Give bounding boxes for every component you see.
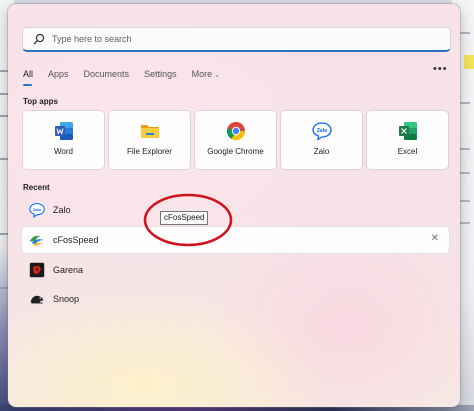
excel-icon — [398, 122, 417, 140]
recent-item-snoop[interactable]: Snoop — [22, 286, 449, 312]
active-tab-indicator — [23, 84, 32, 86]
chrome-icon — [226, 122, 245, 141]
recent-item-label: Garena — [53, 265, 84, 275]
tab-settings[interactable]: Settings — [144, 69, 177, 79]
app-tile-zalo[interactable]: Zalo Zalo — [281, 111, 362, 169]
app-label: Word — [54, 147, 73, 156]
cfosspeed-icon — [29, 235, 45, 247]
svg-text:Zalo: Zalo — [33, 207, 42, 212]
recent-item-label: Zalo — [53, 205, 71, 215]
tab-apps[interactable]: Apps — [48, 69, 69, 79]
chevron-down-icon: ⌄ — [214, 72, 220, 79]
app-label: Excel — [397, 147, 418, 156]
app-tile-word[interactable]: Word — [23, 111, 104, 169]
recent-heading: Recent — [23, 183, 50, 192]
tab-all-label: All — [23, 69, 34, 79]
tab-more-label: More — [191, 69, 213, 79]
app-tile-file-explorer[interactable]: File Explorer — [109, 111, 190, 169]
app-label: Google Chrome — [207, 147, 264, 156]
svg-text:Zalo: Zalo — [316, 128, 326, 134]
file-explorer-icon — [140, 125, 159, 138]
recent-item-zalo[interactable]: Zalo Zalo — [22, 197, 449, 223]
zalo-icon: Zalo — [29, 203, 45, 218]
zalo-icon: Zalo — [311, 122, 332, 141]
app-tile-google-chrome[interactable]: Google Chrome — [195, 111, 276, 169]
close-icon[interactable]: ✕ — [431, 234, 439, 244]
search-input[interactable] — [52, 34, 450, 44]
tab-documents[interactable]: Documents — [84, 69, 130, 79]
recent-item-label: cFosSpeed — [53, 235, 99, 245]
garena-icon — [29, 262, 45, 278]
filter-tabs: All Apps Documents Settings More ⌄ — [23, 65, 235, 86]
tab-more[interactable]: More ⌄ — [192, 69, 220, 79]
word-icon — [54, 122, 73, 140]
app-label: Zalo — [313, 147, 330, 156]
search-box[interactable] — [22, 27, 451, 52]
more-options-icon[interactable]: ••• — [433, 63, 448, 75]
recent-item-cfosspeed[interactable]: cFosSpeed ✕ — [22, 227, 449, 253]
top-apps-grid: Word File Explorer Google Chrome Zalo Za… — [23, 111, 448, 169]
top-apps-heading: Top apps — [23, 97, 58, 106]
app-label: File Explorer — [127, 147, 172, 156]
app-tile-excel[interactable]: Excel — [367, 111, 448, 169]
tab-all[interactable]: All — [23, 69, 34, 86]
snoop-icon — [30, 295, 44, 304]
search-icon — [33, 33, 45, 45]
start-search-panel: All Apps Documents Settings More⌄ ••• To… — [8, 4, 460, 407]
recent-item-label: Snoop — [53, 294, 80, 304]
red-annotation-circle — [143, 193, 233, 247]
recent-item-garena[interactable]: Garena — [22, 257, 449, 283]
